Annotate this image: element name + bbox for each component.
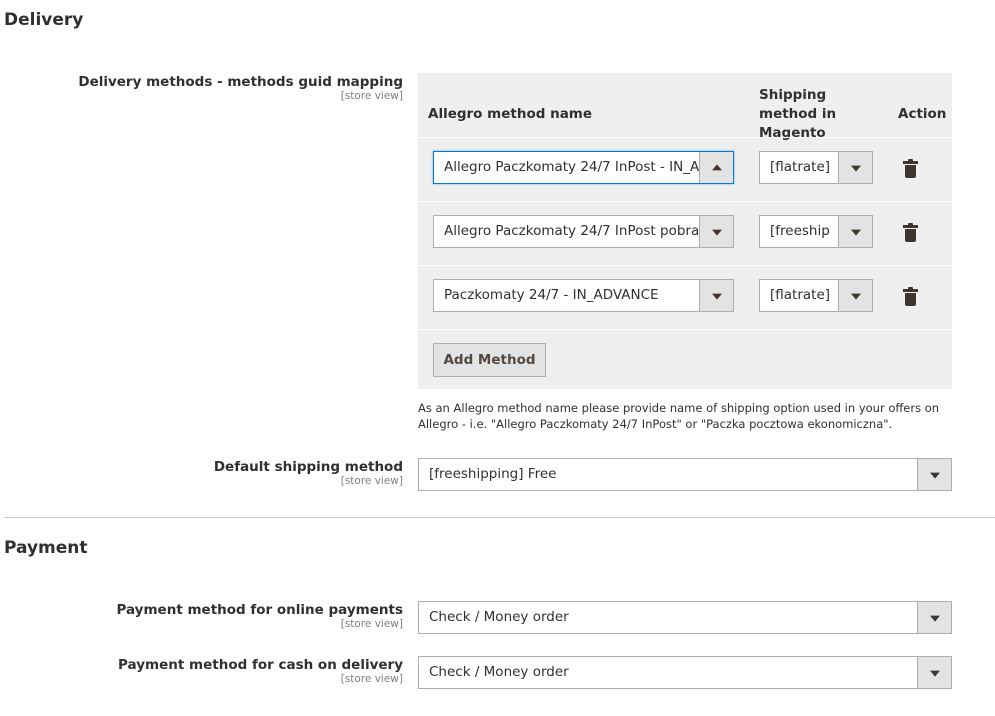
trash-icon[interactable] [903, 159, 918, 178]
default-shipping-field-label: Default shipping method [store view] [3, 459, 403, 487]
magento-shipping-select-2[interactable]: [freeship [759, 215, 873, 248]
delivery-section-title[interactable]: Delivery [4, 10, 83, 30]
chevron-down-icon [917, 657, 951, 688]
header-shipping-method: Shipping method in Magento [759, 87, 837, 141]
chevron-down-icon [699, 280, 733, 311]
add-method-button[interactable]: Add Method [433, 343, 546, 377]
default-shipping-select[interactable]: [freeshipping] Free [418, 458, 952, 491]
online-payment-label: Payment method for online payments [116, 602, 403, 618]
allegro-method-value-3: Paczkomaty 24/7 - IN_ADVANCE [444, 287, 659, 303]
trash-icon[interactable] [903, 287, 918, 306]
trash-icon[interactable] [903, 223, 918, 242]
chevron-up-icon [699, 152, 733, 183]
magento-shipping-value-2: [freeship [770, 223, 830, 239]
allegro-method-value-2: Allegro Paczkomaty 24/7 InPost pobra [444, 223, 699, 239]
default-shipping-label: Default shipping method [213, 459, 403, 475]
payment-section-title[interactable]: Payment [4, 538, 88, 558]
chevron-down-icon [917, 459, 951, 490]
magento-shipping-value-1: [flatrate] [770, 159, 831, 175]
grid-divider [418, 201, 952, 202]
cod-payment-field-label: Payment method for cash on delivery [sto… [3, 657, 403, 685]
chevron-down-icon [838, 216, 872, 247]
chevron-down-icon [838, 152, 872, 183]
mapping-label: Delivery methods - methods guid mapping [78, 74, 403, 90]
grid-divider [418, 329, 952, 330]
chevron-down-icon [699, 216, 733, 247]
delivery-mapping-grid: Allegro method name Shipping method in M… [418, 73, 952, 389]
cod-payment-scope: [store view] [340, 673, 403, 685]
allegro-method-value-1: Allegro Paczkomaty 24/7 InPost - IN_A [444, 159, 699, 175]
header-action: Action [898, 106, 947, 122]
allegro-method-select-3[interactable]: Paczkomaty 24/7 - IN_ADVANCE [433, 279, 734, 312]
allegro-method-select-2[interactable]: Allegro Paczkomaty 24/7 InPost pobra [433, 215, 734, 248]
section-divider [4, 517, 995, 518]
chevron-down-icon [838, 280, 872, 311]
online-payment-field-label: Payment method for online payments [stor… [3, 602, 403, 630]
allegro-method-select-1[interactable]: Allegro Paczkomaty 24/7 InPost - IN_A [433, 151, 734, 184]
magento-shipping-select-1[interactable]: [flatrate] [759, 151, 873, 184]
online-payment-value: Check / Money order [429, 609, 569, 625]
grid-divider [418, 265, 952, 266]
magento-shipping-value-3: [flatrate] [770, 287, 831, 303]
default-shipping-value: [freeshipping] Free [429, 466, 557, 482]
online-payment-scope: [store view] [340, 618, 403, 630]
mapping-field-label: Delivery methods - methods guid mapping … [3, 74, 403, 102]
default-shipping-scope: [store view] [340, 475, 403, 487]
cod-payment-label: Payment method for cash on delivery [118, 657, 403, 673]
online-payment-select[interactable]: Check / Money order [418, 601, 952, 634]
mapping-help-note: As an Allegro method name please provide… [418, 401, 940, 431]
cod-payment-select[interactable]: Check / Money order [418, 656, 952, 689]
magento-shipping-select-3[interactable]: [flatrate] [759, 279, 873, 312]
cod-payment-value: Check / Money order [429, 664, 569, 680]
grid-divider [418, 137, 952, 138]
header-allegro-method-name: Allegro method name [428, 106, 593, 122]
mapping-scope: [store view] [340, 90, 403, 102]
chevron-down-icon [917, 602, 951, 633]
